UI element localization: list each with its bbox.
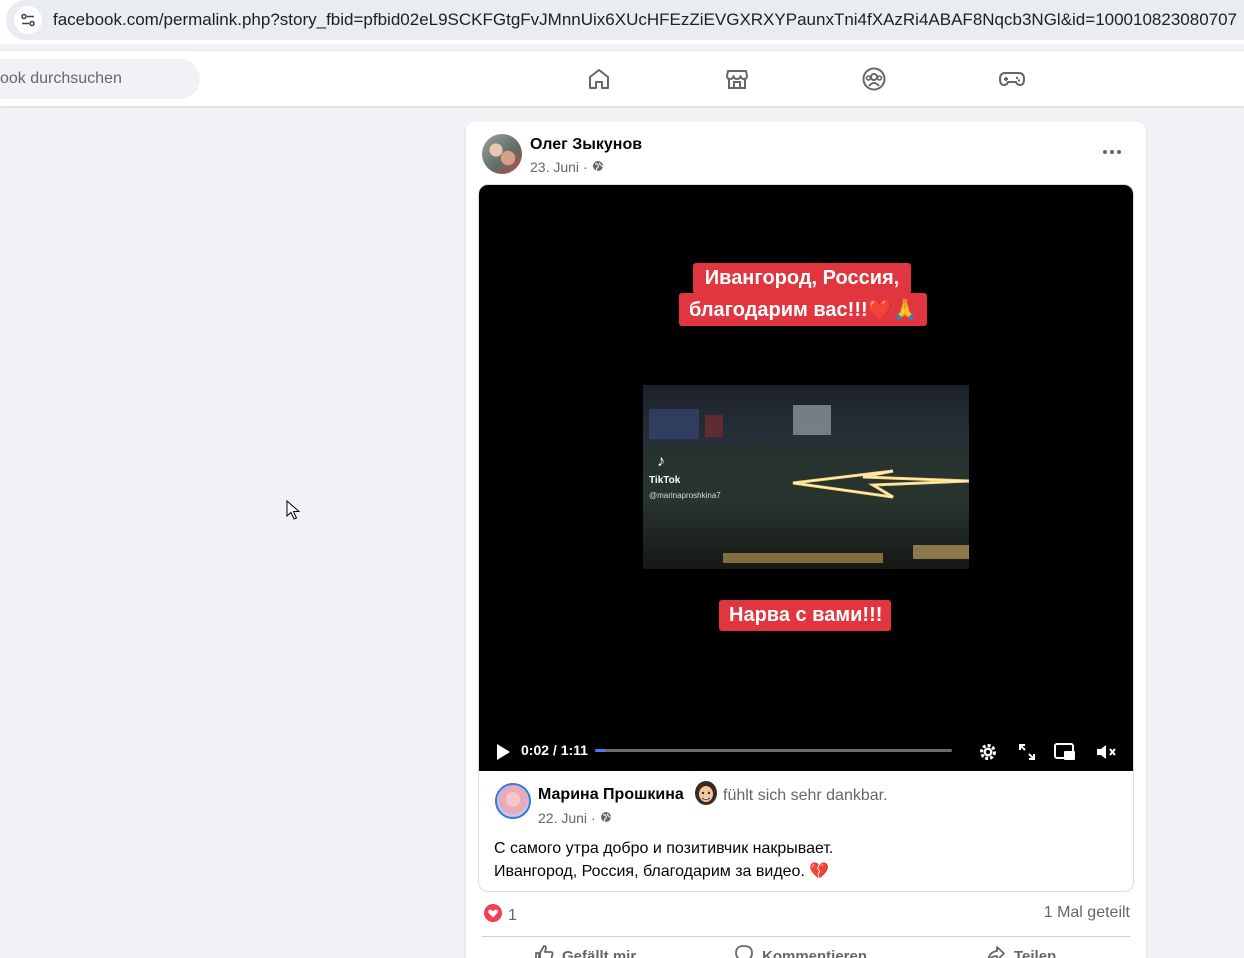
- like-button[interactable]: Gefällt mir: [534, 944, 636, 958]
- share-icon: [986, 944, 1006, 958]
- home-icon[interactable]: [584, 64, 614, 94]
- comment-icon: [734, 944, 754, 958]
- groups-icon[interactable]: [859, 64, 889, 94]
- video-progress-bar[interactable]: [595, 749, 952, 752]
- shared-post-date[interactable]: 22. Juni: [538, 810, 587, 826]
- mouse-cursor-icon: [286, 499, 301, 525]
- facebook-top-nav: [0, 50, 1244, 106]
- share-button[interactable]: Teilen: [986, 944, 1056, 958]
- video-controls: 0:02 / 1:11: [479, 733, 1133, 771]
- globe-icon: [592, 159, 604, 175]
- video-caption-top-line1: Ивангород, Россия,: [693, 263, 911, 294]
- play-icon[interactable]: [493, 742, 513, 762]
- video-player[interactable]: Ивангород, Россия, благодарим вас!!!❤️🙏 …: [479, 185, 1133, 771]
- url-text[interactable]: facebook.com/permalink.php?story_fbid=pf…: [53, 10, 1237, 30]
- post-date[interactable]: 23. Juni: [530, 159, 579, 175]
- tiktok-logo-icon: ♪: [657, 453, 665, 470]
- shared-author-name[interactable]: Марина Прошкина: [538, 786, 684, 804]
- comment-label: Kommentieren: [762, 947, 868, 958]
- comment-button[interactable]: Kommentieren: [734, 944, 867, 958]
- picture-in-picture-icon[interactable]: [1053, 741, 1077, 763]
- actions-divider: [482, 936, 1130, 937]
- tiktok-handle: @marinaproshkina7: [649, 491, 721, 500]
- share-label: Teilen: [1014, 947, 1057, 958]
- more-options-icon[interactable]: [1100, 140, 1124, 164]
- settings-gear-icon[interactable]: [977, 741, 999, 763]
- address-pill[interactable]: facebook.com/permalink.php?story_fbid=pf…: [6, 0, 1244, 40]
- reactions-count[interactable]: 1: [508, 907, 517, 925]
- video-caption-top-line2: благодарим вас!!!❤️🙏: [679, 293, 927, 326]
- reactions-summary[interactable]: 1: [484, 904, 517, 927]
- search-input[interactable]: [0, 59, 200, 99]
- gaming-icon[interactable]: [997, 64, 1027, 94]
- meta-separator: ·: [583, 159, 588, 175]
- post-meta: 23. Juni ·: [530, 159, 604, 175]
- video-time: 0:02 / 1:11: [521, 742, 588, 758]
- tiktok-label: TikTok: [649, 475, 681, 486]
- browser-address-bar: facebook.com/permalink.php?story_fbid=pf…: [0, 0, 1244, 44]
- post-author-name[interactable]: Олег Зыкунов: [530, 136, 642, 154]
- like-icon: [534, 944, 554, 958]
- shared-author-avatar[interactable]: [495, 783, 531, 819]
- site-settings-icon[interactable]: [14, 6, 42, 34]
- mute-icon[interactable]: [1094, 741, 1118, 763]
- video-frame-image: ♪ TikTok @marinaproshkina7: [643, 385, 969, 569]
- fullscreen-icon[interactable]: [1017, 742, 1037, 762]
- shares-count[interactable]: 1 Mal geteilt: [1044, 904, 1130, 922]
- video-caption-bottom: Нарва с вами!!!: [719, 600, 891, 631]
- post-card: Олег Зыкунов 23. Juni · Ивангород, Росси…: [466, 122, 1146, 958]
- like-label: Gefällt mir: [562, 947, 637, 958]
- marketplace-icon[interactable]: [722, 64, 752, 94]
- video-progress-fill: [595, 749, 606, 752]
- author-avatar[interactable]: [482, 134, 522, 174]
- love-reaction-icon: [484, 904, 502, 927]
